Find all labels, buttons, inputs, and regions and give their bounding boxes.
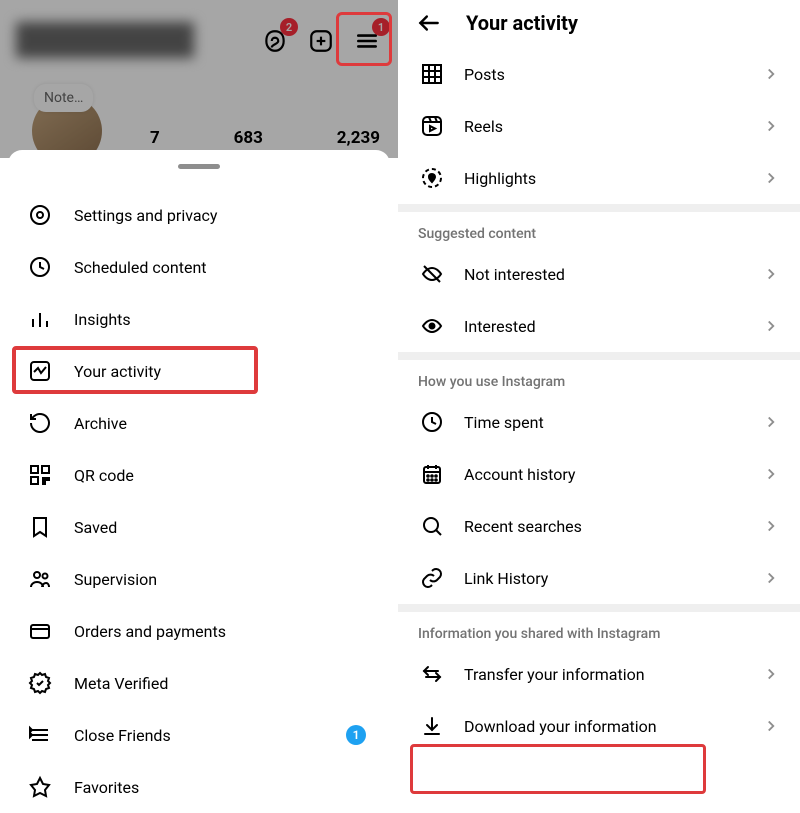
card-icon xyxy=(26,619,54,643)
section-info-shared: Information you shared with Instagram xyxy=(398,612,800,648)
row-transfer-info[interactable]: Transfer your information xyxy=(398,648,800,700)
chevron-right-icon xyxy=(762,665,780,683)
close-friends-badge: 1 xyxy=(346,725,366,745)
row-highlights[interactable]: Highlights xyxy=(398,152,800,204)
reels-icon xyxy=(418,114,446,138)
menu-scheduled-content[interactable]: Scheduled content xyxy=(8,241,390,293)
menu-label: Meta Verified xyxy=(74,674,372,693)
activity-icon xyxy=(26,359,54,383)
section-suggested-content: Suggested content xyxy=(398,212,800,248)
clock-icon xyxy=(418,410,446,434)
gear-icon xyxy=(26,203,54,227)
clock-icon xyxy=(26,255,54,279)
search-icon xyxy=(418,514,446,538)
menu-meta-verified[interactable]: Meta Verified xyxy=(8,657,390,709)
insights-icon xyxy=(26,307,54,331)
menu-label: Orders and payments xyxy=(74,622,372,641)
verified-icon xyxy=(26,671,54,695)
row-label: Time spent xyxy=(464,413,744,432)
menu-label: Saved xyxy=(74,518,372,537)
bookmark-icon xyxy=(26,515,54,539)
star-icon xyxy=(26,775,54,799)
menu-label: Insights xyxy=(74,310,372,329)
row-account-history[interactable]: Account history xyxy=(398,448,800,500)
chevron-right-icon xyxy=(762,169,780,187)
archive-icon xyxy=(26,411,54,435)
row-time-spent[interactable]: Time spent xyxy=(398,396,800,448)
grid-icon xyxy=(418,62,446,86)
chevron-right-icon xyxy=(762,465,780,483)
menu-qr-code[interactable]: QR code xyxy=(8,449,390,501)
menu-saved[interactable]: Saved xyxy=(8,501,390,553)
chevron-right-icon xyxy=(762,413,780,431)
menu-your-activity[interactable]: Your activity xyxy=(8,345,390,397)
row-recent-searches[interactable]: Recent searches xyxy=(398,500,800,552)
row-label: Posts xyxy=(464,65,744,84)
back-icon[interactable] xyxy=(416,10,442,36)
menu-orders-payments[interactable]: Orders and payments xyxy=(8,605,390,657)
transfer-icon xyxy=(418,662,446,686)
chevron-right-icon xyxy=(762,717,780,735)
qr-icon xyxy=(26,463,54,487)
menu-favorites[interactable]: Favorites xyxy=(8,761,390,813)
chevron-right-icon xyxy=(762,265,780,283)
close-friends-icon xyxy=(26,723,54,747)
download-icon xyxy=(418,714,446,738)
section-how-you-use: How you use Instagram xyxy=(398,360,800,396)
menu-label: Settings and privacy xyxy=(74,206,372,225)
menu-label: Favorites xyxy=(74,778,372,797)
row-label: Highlights xyxy=(464,169,744,188)
row-label: Account history xyxy=(464,465,744,484)
row-label: Recent searches xyxy=(464,517,744,536)
row-label: Reels xyxy=(464,117,744,136)
highlights-icon xyxy=(418,166,446,190)
menu-label: Scheduled content xyxy=(74,258,372,277)
calendar-icon xyxy=(418,462,446,486)
menu-label: Your activity xyxy=(74,362,372,381)
menu-supervision[interactable]: Supervision xyxy=(8,553,390,605)
menu-label: QR code xyxy=(74,466,372,485)
row-label: Transfer your information xyxy=(464,665,744,684)
menu-sheet: Settings and privacy Scheduled content I… xyxy=(8,150,390,800)
supervision-icon xyxy=(26,567,54,591)
row-posts[interactable]: Posts xyxy=(398,48,800,100)
drag-handle[interactable] xyxy=(178,164,220,169)
row-not-interested[interactable]: Not interested xyxy=(398,248,800,300)
row-label: Link History xyxy=(464,569,744,588)
page-title: Your activity xyxy=(466,11,578,35)
chevron-right-icon xyxy=(762,117,780,135)
row-download-info[interactable]: Download your information xyxy=(398,700,800,752)
menu-insights[interactable]: Insights xyxy=(8,293,390,345)
chevron-right-icon xyxy=(762,569,780,587)
link-icon xyxy=(418,566,446,590)
row-label: Interested xyxy=(464,317,744,336)
row-reels[interactable]: Reels xyxy=(398,100,800,152)
menu-label: Supervision xyxy=(74,570,372,589)
chevron-right-icon xyxy=(762,65,780,83)
chevron-right-icon xyxy=(762,517,780,535)
chevron-right-icon xyxy=(762,317,780,335)
menu-close-friends[interactable]: Close Friends 1 xyxy=(8,709,390,761)
row-interested[interactable]: Interested xyxy=(398,300,800,352)
menu-label: Close Friends xyxy=(74,726,326,745)
eye-off-icon xyxy=(418,262,446,286)
profile-header: 2 1 Note… 7 683 2,239 xyxy=(0,0,398,158)
eye-icon xyxy=(418,314,446,338)
row-link-history[interactable]: Link History xyxy=(398,552,800,604)
row-label: Download your information xyxy=(464,717,744,736)
menu-label: Archive xyxy=(74,414,372,433)
menu-settings-privacy[interactable]: Settings and privacy xyxy=(8,189,390,241)
row-label: Not interested xyxy=(464,265,744,284)
menu-archive[interactable]: Archive xyxy=(8,397,390,449)
